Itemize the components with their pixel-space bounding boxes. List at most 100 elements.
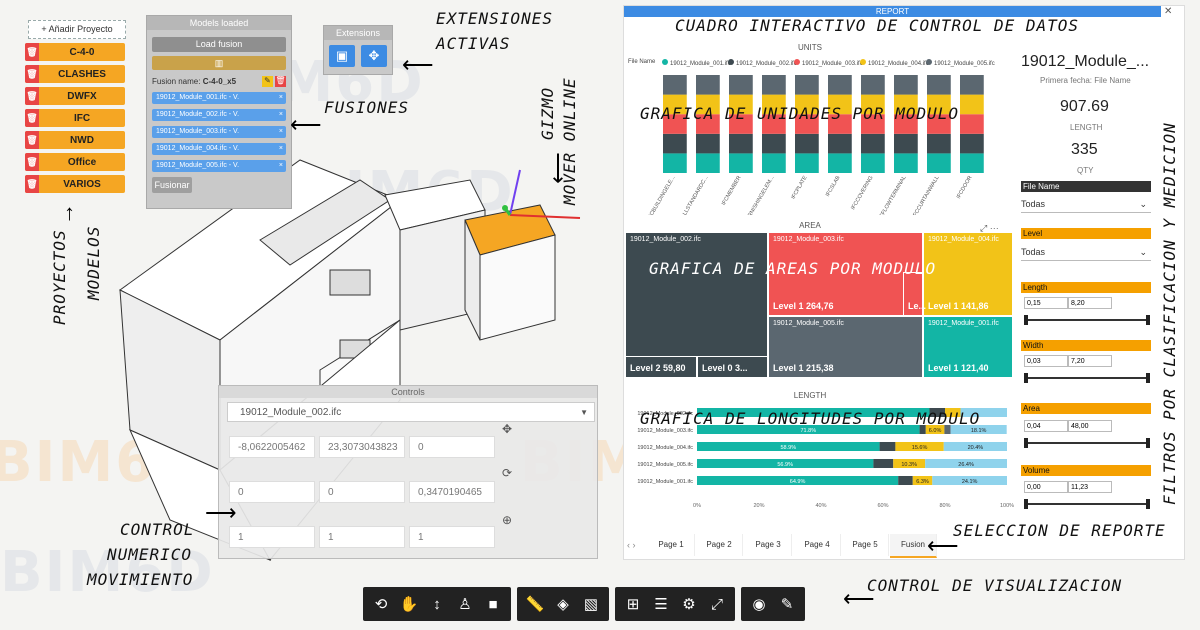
close-icon[interactable]: × bbox=[279, 92, 286, 104]
close-icon[interactable]: ✕ bbox=[1164, 6, 1178, 18]
eye-icon[interactable]: ◉ bbox=[745, 589, 773, 619]
volume-max-input[interactable]: 11,23 bbox=[1068, 481, 1112, 493]
section-icon[interactable]: ◈ bbox=[549, 589, 577, 619]
scale-x-input[interactable]: 1 bbox=[229, 526, 315, 548]
level-filter-select[interactable]: Todas ⌄ bbox=[1021, 244, 1151, 261]
project-button-varios[interactable]: 🗑 VARIOS bbox=[25, 175, 125, 193]
volume-min-input[interactable]: 0,00 bbox=[1024, 481, 1068, 493]
close-icon[interactable]: × bbox=[279, 143, 286, 155]
page-tab-4[interactable]: Page 4 bbox=[794, 534, 841, 556]
treemap-cell[interactable]: 19012_Module_001.ifc Level 1 121,40 bbox=[923, 316, 1013, 378]
treemap-cell[interactable]: Level 2 59,80 bbox=[625, 356, 697, 378]
trash-icon[interactable]: 🗑 bbox=[25, 109, 39, 127]
properties-icon[interactable]: ☰ bbox=[647, 589, 675, 619]
legend-swatch bbox=[662, 59, 668, 65]
rotation-y-input[interactable]: 0 bbox=[319, 481, 405, 503]
area-min-input[interactable]: 0,04 bbox=[1024, 420, 1068, 432]
project-button-clashes[interactable]: 🗑 CLASHES bbox=[25, 65, 125, 83]
qty-kpi-value: 335 bbox=[1071, 141, 1098, 158]
file-name-filter-select[interactable]: Todas ⌄ bbox=[1021, 196, 1151, 213]
bar-segment bbox=[894, 75, 918, 95]
project-button-dwfx[interactable]: 🗑 DWFX bbox=[25, 87, 125, 105]
length-max-input[interactable]: 8,20 bbox=[1068, 297, 1112, 309]
paint-brush-icon[interactable]: ✎ bbox=[773, 589, 801, 619]
width-max-input[interactable]: 7,20 bbox=[1068, 355, 1112, 367]
position-x-input[interactable]: -8,0622005462 bbox=[229, 436, 315, 458]
legend-swatch bbox=[794, 59, 800, 65]
page-prev-icon[interactable]: ‹ › bbox=[627, 540, 636, 550]
model-item[interactable]: 19012_Module_005.ifc - V. × bbox=[152, 160, 286, 172]
gear-icon[interactable]: ⚙ bbox=[675, 589, 703, 619]
orbit-icon[interactable]: ⟲ bbox=[367, 589, 395, 619]
area-treemap[interactable]: 19012_Module_002.ifcLevel 1 397,8919012_… bbox=[625, 232, 1013, 378]
close-icon[interactable]: × bbox=[279, 126, 286, 138]
rotation-z-input[interactable]: 0,3470190465 bbox=[409, 481, 495, 503]
close-icon[interactable]: × bbox=[279, 109, 286, 121]
move-extension-button[interactable]: ✥ bbox=[361, 45, 387, 67]
scale-y-input[interactable]: 1 bbox=[319, 526, 405, 548]
data-label: 26.4% bbox=[958, 462, 974, 468]
fullscreen-icon[interactable]: ⤢ bbox=[703, 589, 731, 619]
measure-icon[interactable]: 📏 bbox=[521, 589, 549, 619]
area-range-slider[interactable] bbox=[1024, 438, 1150, 448]
project-button-c40[interactable]: 🗑 C-4-0 bbox=[25, 43, 125, 61]
treemap-cell-value: Level 1 264,76 bbox=[773, 301, 834, 311]
page-tab-3[interactable]: Page 3 bbox=[745, 534, 792, 556]
model-item[interactable]: 19012_Module_003.ifc - V. × bbox=[152, 126, 286, 138]
trash-icon[interactable]: 🗑 bbox=[25, 131, 39, 149]
trash-icon[interactable]: 🗑 bbox=[25, 175, 39, 193]
area-max-input[interactable]: 48,00 bbox=[1068, 420, 1112, 432]
explode-icon[interactable]: ▧ bbox=[577, 589, 605, 619]
project-button-ifc[interactable]: 🗑 IFC bbox=[25, 109, 125, 127]
model-item[interactable]: 19012_Module_002.ifc - V. × bbox=[152, 109, 286, 121]
volume-range-slider[interactable] bbox=[1024, 499, 1150, 509]
treemap-cell[interactable]: 19012_Module_005.ifc Level 1 215,38 bbox=[768, 316, 923, 378]
trash-icon[interactable]: 🗑 bbox=[25, 65, 39, 83]
chart-button[interactable]: ▥ bbox=[152, 56, 286, 70]
move-icon[interactable]: ✥ bbox=[500, 422, 514, 436]
zoom-icon[interactable]: ⊕ bbox=[500, 513, 514, 527]
trash-icon[interactable]: 🗑 bbox=[25, 43, 39, 61]
merge-button[interactable]: Fusionar bbox=[152, 177, 192, 193]
rotation-x-input[interactable]: 0 bbox=[229, 481, 315, 503]
page-tab-2[interactable]: Page 2 bbox=[696, 534, 743, 556]
edit-icon[interactable]: ✎ bbox=[262, 75, 273, 87]
position-z-input[interactable]: 0 bbox=[409, 436, 495, 458]
close-icon[interactable]: × bbox=[279, 160, 286, 172]
trash-icon[interactable]: 🗑 bbox=[275, 75, 286, 87]
trash-icon[interactable]: 🗑 bbox=[25, 153, 39, 171]
treemap-cell[interactable]: Level 0 3... bbox=[697, 356, 768, 378]
model-browser-icon[interactable]: ⊞ bbox=[619, 589, 647, 619]
scale-z-input[interactable]: 1 bbox=[409, 526, 495, 548]
load-fusion-button[interactable]: Load fusion bbox=[152, 37, 286, 52]
project-button-nwd[interactable]: 🗑 NWD bbox=[25, 131, 125, 149]
rotate-icon[interactable]: ⟳ bbox=[500, 466, 514, 480]
add-project-button[interactable]: + Añadir Proyecto bbox=[28, 20, 126, 39]
trash-icon[interactable]: 🗑 bbox=[25, 87, 39, 105]
gallery-extension-button[interactable]: ▣ bbox=[329, 45, 355, 67]
page-tab-5[interactable]: Page 5 bbox=[842, 534, 889, 556]
project-button-office[interactable]: 🗑 Office bbox=[25, 153, 125, 171]
zoom-vertical-icon[interactable]: ↕ bbox=[423, 589, 451, 619]
length-min-input[interactable]: 0,15 bbox=[1024, 297, 1068, 309]
treemap-cell[interactable]: 19012_Module_004.ifc Level 1 141,86 bbox=[923, 232, 1013, 316]
length-range-slider[interactable] bbox=[1024, 315, 1150, 325]
x-tick-label: 60% bbox=[877, 503, 888, 509]
model-select[interactable]: 19012_Module_002.ifc ▼ bbox=[227, 402, 595, 422]
model-item[interactable]: 19012_Module_001.ifc - V. × bbox=[152, 92, 286, 104]
arrow-icon: ↑ bbox=[64, 200, 75, 225]
camera-icon[interactable]: ■ bbox=[479, 589, 507, 619]
width-range-slider[interactable] bbox=[1024, 373, 1150, 383]
project-label: CLASHES bbox=[58, 68, 106, 80]
model-item[interactable]: 19012_Module_004.ifc - V. × bbox=[152, 143, 286, 155]
bar-segment bbox=[795, 75, 819, 95]
first-person-icon[interactable]: ♙ bbox=[451, 589, 479, 619]
width-min-input[interactable]: 0,03 bbox=[1024, 355, 1068, 367]
model-item-label: 19012_Module_004.ifc - V. bbox=[156, 145, 240, 152]
position-y-input[interactable]: 23,3073043823 bbox=[319, 436, 405, 458]
bar-segment bbox=[960, 133, 984, 154]
page-tab-1[interactable]: Page 1 bbox=[648, 534, 695, 556]
treemap-cell[interactable]: Le... bbox=[903, 272, 926, 316]
units-chart[interactable]: 19012_Module_001.ifc 19012_Module_002.ifc… bbox=[625, 55, 1015, 215]
pan-icon[interactable]: ✋ bbox=[395, 589, 423, 619]
